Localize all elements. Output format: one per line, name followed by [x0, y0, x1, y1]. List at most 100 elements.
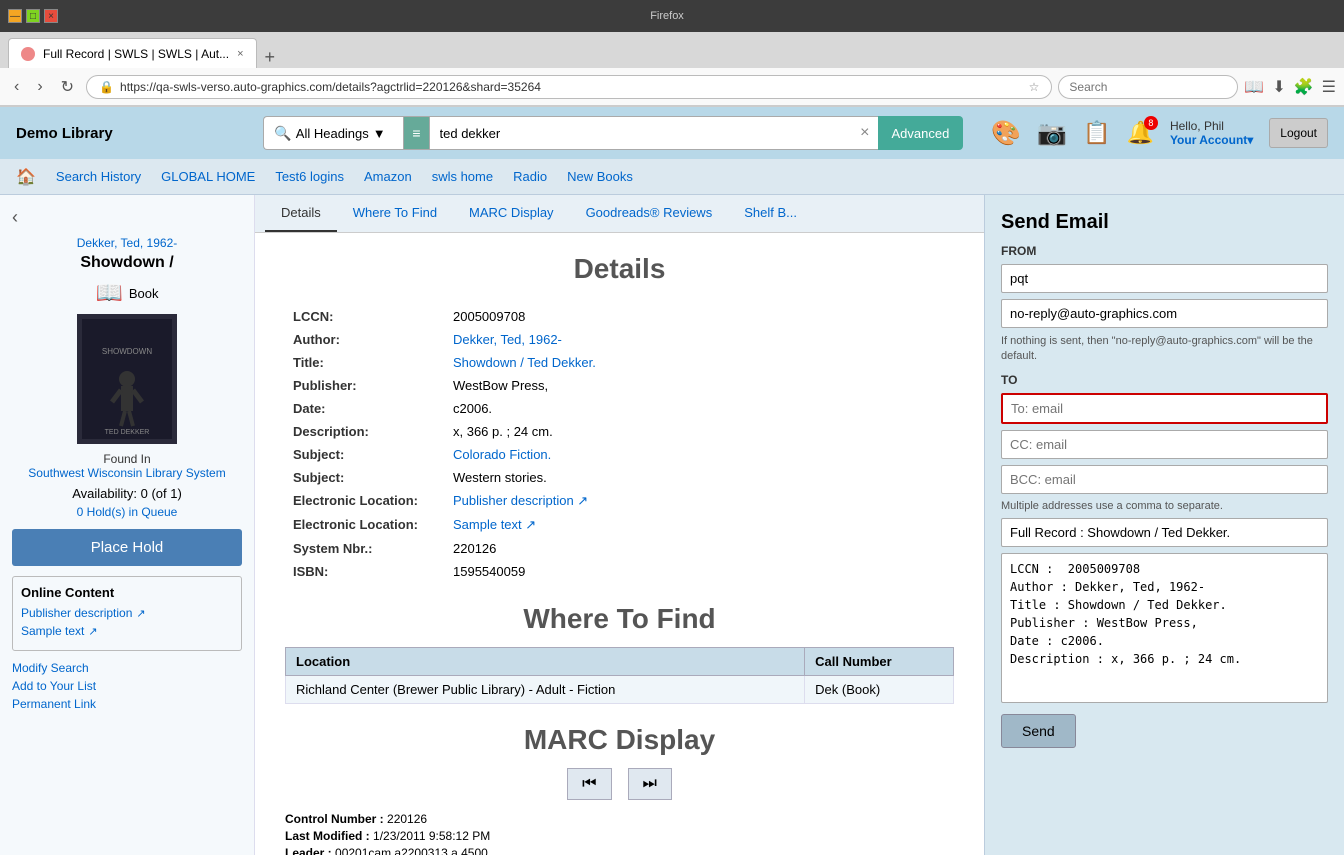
download-icon[interactable]: ⬇ [1272, 77, 1285, 97]
table-row: Title: Showdown / Ted Dekker. [285, 351, 954, 374]
header-tools: 🎨 📷 📋 🔔 8 Hello, Phil Your Account▾ Logo… [991, 118, 1328, 148]
email-subject-input[interactable] [1001, 518, 1328, 547]
bcc-email-input[interactable] [1001, 465, 1328, 494]
color-wheel-icon[interactable]: 🎨 [991, 119, 1021, 148]
email-body-textarea[interactable]: LCCN : 2005009708 Author : Dekker, Ted, … [1001, 553, 1328, 703]
field-label: System Nbr.: [285, 537, 445, 560]
tab-details[interactable]: Details [265, 195, 337, 232]
field-value: Showdown / Ted Dekker. [445, 351, 954, 374]
author-detail-link[interactable]: Dekker, Ted, 1962- [453, 332, 562, 347]
nav-search-history[interactable]: Search History [56, 169, 141, 184]
book-type-label: Book [129, 286, 159, 301]
nav-test6-logins[interactable]: Test6 logins [275, 169, 344, 184]
external-link-icon-2: ↗ [88, 625, 97, 638]
nav-home[interactable]: 🏠 [16, 167, 36, 187]
send-email-panel: Send Email FROM If nothing is sent, then… [984, 195, 1344, 855]
reader-icon[interactable]: 📖 [1244, 77, 1264, 97]
app-header: Demo Library 🔍 All Headings ▼ ≡ × Advanc… [0, 107, 1344, 159]
svg-text:SHOWDOWN: SHOWDOWN [102, 347, 152, 356]
reload-button[interactable]: ↻ [55, 75, 80, 99]
tab-where-to-find[interactable]: Where To Find [337, 195, 453, 232]
field-value: 1595540059 [445, 560, 954, 583]
camera-icon[interactable]: 📷 [1037, 119, 1067, 148]
active-tab[interactable]: Full Record | SWLS | SWLS | Aut... × [8, 38, 257, 68]
author-link[interactable]: Dekker, Ted, 1962- [12, 236, 242, 250]
marc-prev-btn[interactable]: ⏮ [567, 768, 611, 800]
url-bar[interactable]: 🔒 https://qa-swls-verso.auto-graphics.co… [86, 75, 1052, 99]
location-col-header: Location [286, 648, 805, 676]
online-content-title: Online Content [21, 585, 233, 600]
table-row: Publisher: WestBow Press, [285, 374, 954, 397]
field-label: Subject: [285, 443, 445, 466]
nav-new-books[interactable]: New Books [567, 169, 633, 184]
tab-bar: Full Record | SWLS | SWLS | Aut... × + [0, 32, 1344, 68]
menu-icon[interactable]: ☰ [1322, 77, 1336, 97]
notification-bell[interactable]: 📋 [1083, 120, 1110, 146]
tab-close-btn[interactable]: × [237, 48, 243, 60]
advanced-search-button[interactable]: Advanced [878, 116, 964, 150]
field-label: Electronic Location: [285, 489, 445, 513]
from-input[interactable] [1001, 264, 1328, 293]
field-label: Description: [285, 420, 445, 443]
modify-search-link[interactable]: Modify Search [12, 661, 242, 675]
nav-global-home[interactable]: GLOBAL HOME [161, 169, 255, 184]
sample-text-detail-link[interactable]: Sample text ↗ [453, 517, 536, 532]
your-account-link[interactable]: Your Account▾ [1170, 133, 1253, 147]
maximize-btn[interactable]: □ [26, 9, 40, 23]
search-input[interactable] [430, 116, 878, 150]
title-detail-link[interactable]: Showdown / Ted Dekker. [453, 355, 596, 370]
subject-link-1[interactable]: Colorado Fiction. [453, 447, 551, 462]
permanent-link[interactable]: Permanent Link [12, 697, 242, 711]
nav-swls-home[interactable]: swls home [432, 169, 493, 184]
search-type-icon: 🔍 [274, 125, 291, 142]
minimize-btn[interactable]: — [8, 9, 22, 23]
callnum-col-header: Call Number [805, 648, 954, 676]
title-bar: — □ × Firefox [0, 0, 1344, 32]
tab-goodreads[interactable]: Goodreads® Reviews [570, 195, 729, 232]
where-to-find-heading: Where To Find [285, 603, 954, 635]
search-clear-btn[interactable]: × [860, 124, 869, 142]
tab-marc-display[interactable]: MARC Display [453, 195, 570, 232]
table-row: Subject: Colorado Fiction. [285, 443, 954, 466]
holds-queue-link[interactable]: 0 Hold(s) in Queue [12, 505, 242, 519]
back-button[interactable]: ‹ [8, 76, 25, 98]
new-tab-button[interactable]: + [257, 47, 284, 68]
field-value: WestBow Press, [445, 374, 954, 397]
url-text: https://qa-swls-verso.auto-graphics.com/… [120, 80, 1023, 94]
table-row: System Nbr.: 220126 [285, 537, 954, 560]
publisher-desc-link[interactable]: Publisher description ↗ [453, 493, 588, 508]
back-button[interactable]: ‹ [12, 207, 18, 228]
lock-icon: 🔒 [99, 80, 114, 94]
field-label: Author: [285, 328, 445, 351]
field-value: Colorado Fiction. [445, 443, 954, 466]
tab-shelf-browse[interactable]: Shelf B... [728, 195, 813, 232]
field-value: c2006. [445, 397, 954, 420]
search-type-selector[interactable]: 🔍 All Headings ▼ [263, 116, 403, 150]
from-default-input[interactable] [1001, 299, 1328, 328]
nav-radio[interactable]: Radio [513, 169, 547, 184]
send-email-button[interactable]: Send [1001, 714, 1076, 748]
bell-notification[interactable]: 🔔 8 [1127, 120, 1154, 146]
logout-button[interactable]: Logout [1269, 118, 1328, 148]
location-cell: Richland Center (Brewer Public Library) … [286, 676, 805, 704]
place-hold-button[interactable]: Place Hold [12, 529, 242, 566]
sample-text-link[interactable]: Sample text ↗ [21, 624, 233, 638]
field-label: Electronic Location: [285, 513, 445, 537]
extensions-icon[interactable]: 🧩 [1294, 77, 1314, 97]
to-email-input[interactable] [1001, 393, 1328, 424]
close-btn[interactable]: × [44, 9, 58, 23]
bookmark-icon[interactable]: ☆ [1029, 80, 1040, 94]
forward-button[interactable]: › [31, 76, 48, 98]
browser-search-input[interactable] [1058, 75, 1238, 99]
publisher-description-link[interactable]: Publisher description ↗ [21, 606, 233, 620]
found-in-system-link[interactable]: Southwest Wisconsin Library System [28, 466, 225, 480]
cc-email-input[interactable] [1001, 430, 1328, 459]
marc-next-btn[interactable]: ⏭ [628, 768, 672, 800]
external-link-icon: ↗ [136, 607, 145, 620]
detail-table: LCCN: 2005009708 Author: Dekker, Ted, 19… [285, 305, 954, 583]
list-icon[interactable]: 📋 [1083, 120, 1110, 145]
add-to-list-link[interactable]: Add to Your List [12, 679, 242, 693]
left-panel: ‹ Dekker, Ted, 1962- Showdown / 📖 Book S… [0, 195, 255, 855]
nav-bar: 🏠 Search History GLOBAL HOME Test6 login… [0, 159, 1344, 195]
nav-amazon[interactable]: Amazon [364, 169, 412, 184]
